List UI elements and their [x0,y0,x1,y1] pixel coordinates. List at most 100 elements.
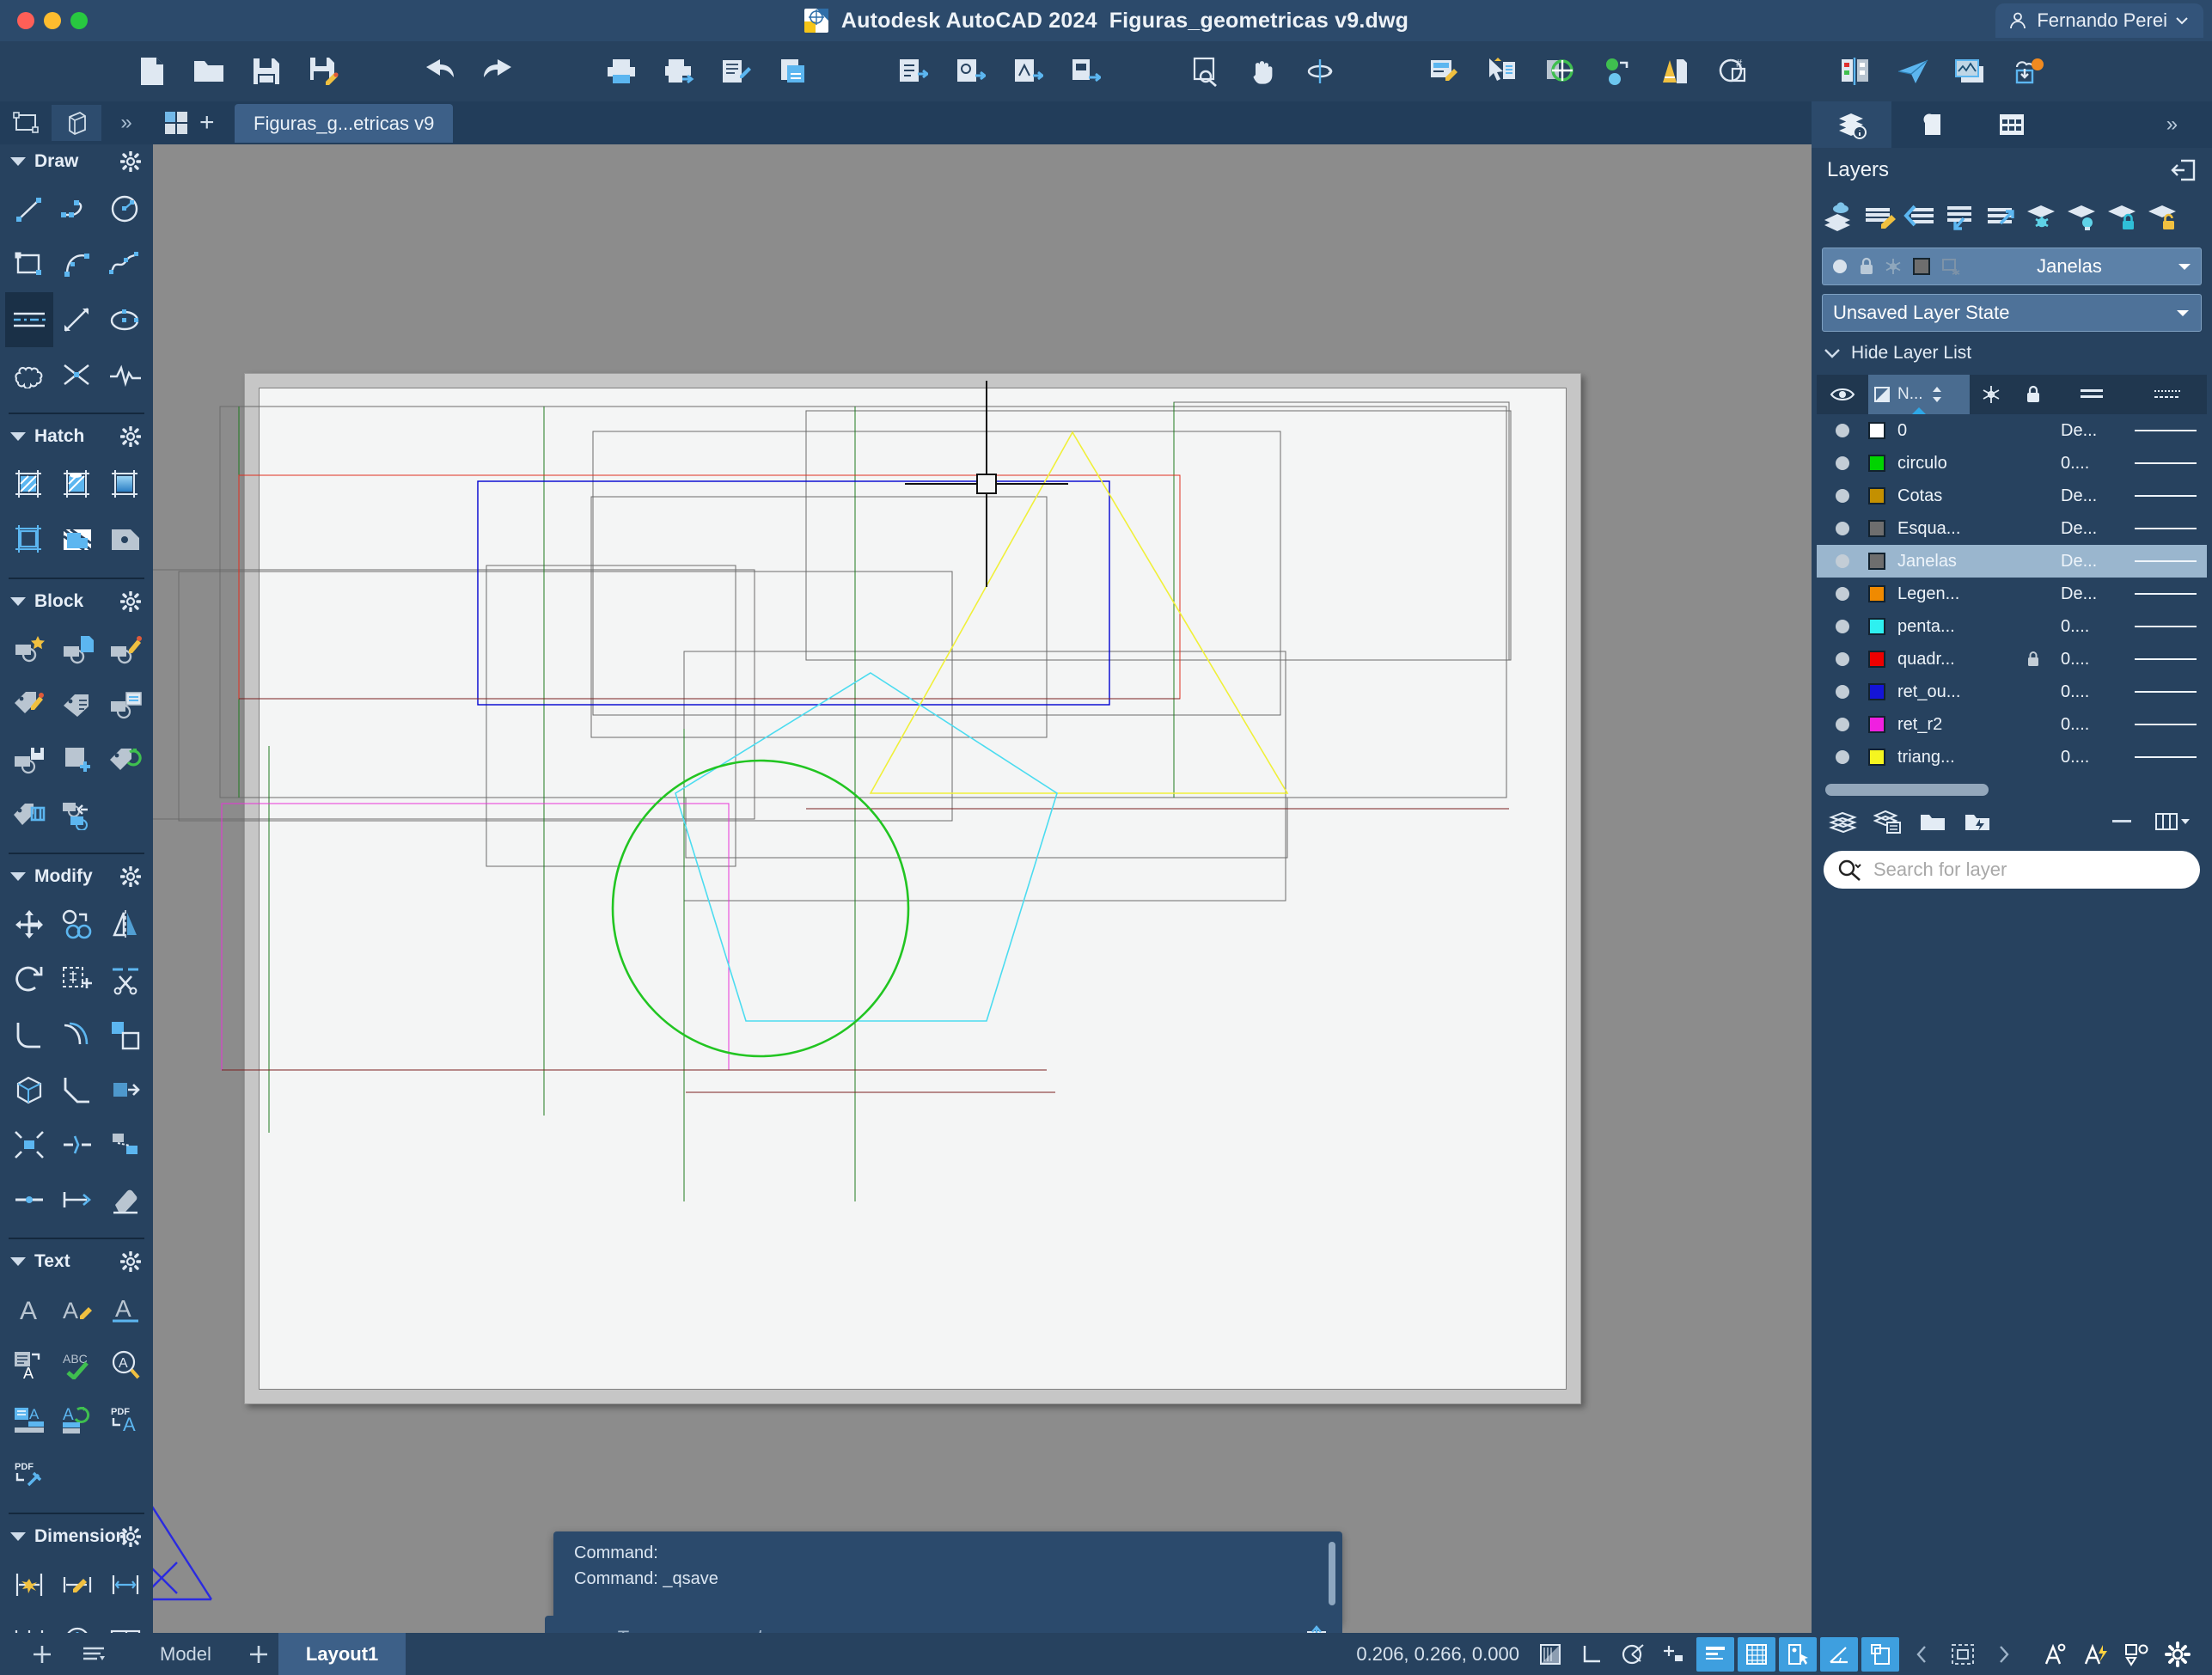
layer-thaw-icon[interactable] [1885,258,1902,275]
isolate-objects-icon[interactable] [1944,1637,1982,1672]
next-icon[interactable] [1985,1637,2023,1672]
revision-cloud-icon[interactable] [5,347,53,402]
edit-block-icon[interactable] [101,622,150,677]
layer-previous-icon[interactable] [1903,199,1939,234]
maximize-button[interactable] [70,12,88,29]
table-row[interactable]: Janelas De... [1817,545,2207,578]
new-file-icon[interactable] [133,53,169,89]
hide-layer-list-toggle[interactable]: Hide Layer List [1812,332,2212,375]
update-text-icon[interactable]: A [53,1392,101,1447]
table-row[interactable]: Cotas De... [1817,480,2207,512]
chevron-down-icon[interactable] [10,872,26,881]
layer-unlock-icon[interactable] [2145,199,2181,234]
layer-lock-icon[interactable] [2105,199,2141,234]
layer-match-icon[interactable] [1862,199,1898,234]
drawing-canvas[interactable] [153,144,1812,1633]
layer-linetype[interactable] [2135,626,2197,627]
gradient-icon[interactable] [101,457,150,512]
offset-icon[interactable] [53,1007,101,1062]
hatch-icon[interactable] [5,457,53,512]
command-scrollbar[interactable] [1329,1542,1335,1605]
open-layer-icon[interactable] [1915,804,1951,839]
layer-properties-icon[interactable] [1822,199,1858,234]
customization-gear-icon[interactable] [2159,1637,2197,1672]
annotation-visibility-icon[interactable] [1820,1636,1858,1672]
layer-list-scroll-thumb[interactable] [1825,784,1989,796]
scale-icon[interactable] [101,1007,150,1062]
layer-linetype[interactable] [2135,430,2197,431]
pdf-to-text-icon[interactable]: PDF A [101,1392,150,1447]
region-icon[interactable] [53,512,101,567]
layer-states-manager-icon[interactable] [1870,804,1906,839]
freeze-icon[interactable] [1970,375,2013,414]
settings-icon[interactable] [120,151,141,172]
block-base-point-icon[interactable] [53,732,101,787]
layer-color-swatch[interactable] [1868,520,1885,537]
layer-filter-icon[interactable] [1959,804,1995,839]
measure-icon[interactable]: # [1714,53,1750,89]
annotation-scale-icon[interactable] [2035,1637,2073,1672]
lineweight-icon[interactable] [2054,375,2130,414]
save-icon[interactable] [248,53,284,89]
layer-color-icon[interactable] [1912,257,1931,276]
layer-linetype[interactable] [2135,658,2197,660]
layer-color-swatch[interactable] [1868,716,1885,733]
table-row[interactable]: quadr... 0.... [1817,643,2207,676]
edit-attribute-icon[interactable] [5,677,53,732]
define-attribute-icon[interactable] [53,677,101,732]
fillet-icon[interactable] [5,1007,53,1062]
export-dwf-icon[interactable] [952,53,988,89]
layer-color-swatch[interactable] [1868,455,1885,472]
layer-color-swatch[interactable] [1868,749,1885,766]
line-icon[interactable] [5,182,53,237]
layer-linetype[interactable] [2135,495,2197,497]
move-icon[interactable] [5,897,53,952]
add-layout-button[interactable] [22,1637,62,1672]
copy-icon[interactable] [53,897,101,952]
boundary-icon[interactable] [5,512,53,567]
write-block-icon[interactable] [5,732,53,787]
save-as-icon[interactable] [306,53,342,89]
sort-icon[interactable] [1930,385,1944,404]
blank-tab[interactable] [2052,101,2132,148]
change-to-current-layer-icon[interactable] [1983,199,2020,234]
document-tab[interactable]: Figuras_g...etricas v9 [235,104,454,143]
sheetset-tab-icon[interactable] [1971,101,2051,148]
tolerance-icon[interactable]: .1 [101,1612,150,1633]
page-setup-icon[interactable] [718,53,755,89]
layer-visibility-toggle[interactable] [1836,587,1849,601]
print-icon[interactable] [603,53,639,89]
command-line-window[interactable]: Command: Command: _qsave >_ Type a comma… [545,1531,1342,1660]
layers-tab-icon[interactable] [1812,101,1892,148]
settings-icon[interactable] [120,866,141,887]
settings-icon[interactable] [120,591,141,612]
layer-freeze-icon[interactable] [2024,199,2060,234]
sync-attributes-icon[interactable] [101,732,150,787]
selection-cycling-icon[interactable] [1779,1636,1817,1672]
align-icon[interactable] [101,1117,150,1172]
3d-view-icon[interactable] [52,105,101,141]
layer-linetype[interactable] [2135,560,2197,562]
table-row[interactable]: 0 De... [1817,414,2207,447]
layer-vpfreeze-icon[interactable] [1941,257,1962,276]
layer-linetype[interactable] [2135,528,2197,529]
model-space-icon[interactable] [1531,1637,1569,1672]
manage-attributes-icon[interactable] [5,787,53,842]
layer-color-swatch[interactable] [1868,651,1885,668]
chevron-down-icon[interactable] [10,1257,26,1266]
columns-icon[interactable] [2148,804,2198,839]
xline-icon[interactable] [53,347,101,402]
layer-on-icon[interactable] [1831,258,1848,275]
export-dgn-icon[interactable] [1010,53,1046,89]
chamfer-icon[interactable] [53,1062,101,1117]
layer-make-current-icon[interactable] [1943,199,1979,234]
layer-lock-toggle[interactable] [2026,651,2061,668]
match-properties-icon[interactable] [1541,53,1577,89]
palette-section-header-modify[interactable]: Modify [0,859,153,894]
chevron-down-icon[interactable] [10,1532,26,1541]
break-icon[interactable] [53,1117,101,1172]
layout-list-icon[interactable] [74,1637,113,1672]
autoscale-icon[interactable] [2076,1637,2114,1672]
text-to-mtext-icon[interactable]: A [5,1337,53,1392]
palette-section-header-draw[interactable]: Draw [0,144,153,179]
